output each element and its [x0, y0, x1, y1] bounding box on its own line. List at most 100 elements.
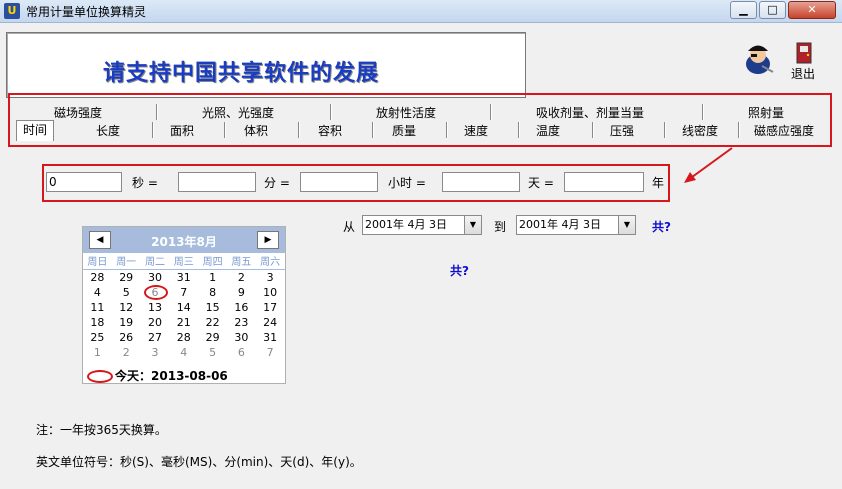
tab-mass[interactable]: 质量 [392, 122, 416, 139]
note-year-days: 注：一年按365天换算。 [36, 423, 167, 437]
calendar-day[interactable]: 8 [198, 285, 227, 300]
tab-magnetic-induction[interactable]: 磁感应强度 [754, 122, 814, 139]
calendar-day[interactable]: 25 [83, 330, 112, 345]
minutes-input[interactable] [178, 172, 256, 192]
weekday-label: 周五 [226, 255, 256, 270]
hours-unit-label: 小时 = [388, 176, 426, 190]
calendar-day[interactable]: 17 [256, 300, 285, 315]
calendar-day[interactable]: 29 [112, 270, 141, 285]
calendar-day[interactable]: 23 [227, 315, 256, 330]
years-unit-label: 年 [652, 176, 665, 190]
calendar-day[interactable]: 30 [141, 270, 170, 285]
calendar-day[interactable]: 31 [256, 330, 285, 345]
weekday-label: 周二 [140, 255, 170, 270]
calendar-week: 4 5 6 7 8 9 10 [83, 285, 285, 300]
calendar-week: 25 26 27 28 29 30 31 [83, 330, 285, 345]
tab-temperature[interactable]: 温度 [536, 122, 560, 139]
chevron-down-icon[interactable]: ▼ [618, 216, 635, 234]
calendar-day[interactable]: 13 [141, 300, 170, 315]
weekday-label: 周六 [255, 255, 285, 270]
title-bar: U 常用计量单位换算精灵 ▁ □ ✕ [0, 0, 842, 23]
app-icon: U [4, 3, 20, 19]
calendar-day-today[interactable]: 6 [141, 285, 170, 300]
calendar-day[interactable]: 1 [198, 270, 227, 285]
calendar-day[interactable]: 30 [227, 330, 256, 345]
calendar-day[interactable]: 19 [112, 315, 141, 330]
minimize-button[interactable]: ▁ [730, 1, 757, 19]
calendar-day[interactable]: 7 [169, 285, 198, 300]
calendar-day[interactable]: 18 [83, 315, 112, 330]
date-diff-result: 共? [652, 220, 671, 234]
calendar-day[interactable]: 10 [256, 285, 285, 300]
calendar-day[interactable]: 31 [169, 270, 198, 285]
years-input[interactable] [564, 172, 644, 192]
tab-time[interactable]: 时间 [16, 120, 55, 141]
calendar-day[interactable]: 2 [227, 270, 256, 285]
calendar-day[interactable]: 4 [169, 345, 198, 360]
calendar-day[interactable]: 3 [256, 270, 285, 285]
date-to-picker[interactable]: 2001年 4月 3日 ▼ [516, 215, 636, 235]
maximize-button[interactable]: □ [759, 1, 786, 19]
tab-separator [298, 122, 300, 138]
today-label: 今天： [115, 369, 152, 383]
calendar-day[interactable]: 20 [141, 315, 170, 330]
calendar-day[interactable]: 6 [227, 345, 256, 360]
tab-magnetic-field[interactable]: 磁场强度 [54, 104, 102, 121]
calendar-today-link[interactable]: 今天：2013-08-06 [87, 367, 228, 384]
calendar-day[interactable]: 7 [256, 345, 285, 360]
calendar-day[interactable]: 4 [83, 285, 112, 300]
exit-button[interactable]: 退出 [740, 40, 830, 86]
calendar-day[interactable]: 22 [198, 315, 227, 330]
minutes-unit-label: 分 = [264, 176, 290, 190]
tab-radioactivity[interactable]: 放射性活度 [376, 104, 436, 121]
tab-exposure[interactable]: 照射量 [748, 104, 784, 121]
calendar-day[interactable]: 2 [112, 345, 141, 360]
weekday-row: 周日 周一 周二 周三 周四 周五 周六 [83, 255, 285, 270]
calendar-day[interactable]: 16 [227, 300, 256, 315]
tab-capacity[interactable]: 容积 [318, 122, 342, 139]
calendar-day[interactable]: 9 [227, 285, 256, 300]
tab-speed[interactable]: 速度 [464, 122, 488, 139]
date-from-picker[interactable]: 2001年 4月 3日 ▼ [362, 215, 482, 235]
tab-length[interactable]: 长度 [96, 122, 120, 139]
calendar-diff-result: 共? [450, 264, 469, 278]
banner-text: 请支持中国共享软件的发展 [103, 60, 380, 86]
tab-separator [702, 104, 704, 120]
calendar-day[interactable]: 3 [141, 345, 170, 360]
calendar-day[interactable]: 14 [169, 300, 198, 315]
calendar: ◀ 2013年8月 ▶ 周日 周一 周二 周三 周四 周五 周六 28 29 3… [82, 226, 286, 384]
calendar-day[interactable]: 27 [141, 330, 170, 345]
tab-illuminance[interactable]: 光照、光强度 [202, 104, 274, 121]
seconds-input[interactable]: 0 [46, 172, 122, 192]
calendar-day[interactable]: 26 [112, 330, 141, 345]
tab-area[interactable]: 面积 [170, 122, 194, 139]
calendar-day[interactable]: 15 [198, 300, 227, 315]
calendar-day[interactable]: 21 [169, 315, 198, 330]
door-icon [796, 42, 812, 64]
tab-pressure[interactable]: 压强 [610, 122, 634, 139]
calendar-day[interactable]: 29 [198, 330, 227, 345]
calendar-day[interactable]: 5 [112, 285, 141, 300]
calendar-day[interactable]: 5 [198, 345, 227, 360]
close-button[interactable]: ✕ [788, 1, 836, 19]
calendar-day[interactable]: 28 [83, 270, 112, 285]
pirate-icon [746, 45, 774, 74]
calendar-week: 18 19 20 21 22 23 24 [83, 315, 285, 330]
calendar-day[interactable]: 1 [83, 345, 112, 360]
chevron-down-icon[interactable]: ▼ [464, 216, 481, 234]
days-input[interactable] [442, 172, 520, 192]
seconds-unit-label: 秒 = [132, 176, 158, 190]
calendar-week: 1 2 3 4 5 6 7 [83, 345, 285, 360]
calendar-day[interactable]: 24 [256, 315, 285, 330]
hours-input[interactable] [300, 172, 378, 192]
tab-separator [518, 122, 520, 138]
tab-linear-density[interactable]: 线密度 [682, 122, 718, 139]
tab-separator [372, 122, 374, 138]
next-month-button[interactable]: ▶ [257, 231, 279, 249]
tab-absorbed-dose[interactable]: 吸收剂量、剂量当量 [536, 104, 644, 121]
calendar-day[interactable]: 12 [112, 300, 141, 315]
tab-separator [330, 104, 332, 120]
calendar-day[interactable]: 28 [169, 330, 198, 345]
tab-volume[interactable]: 体积 [244, 122, 268, 139]
calendar-day[interactable]: 11 [83, 300, 112, 315]
